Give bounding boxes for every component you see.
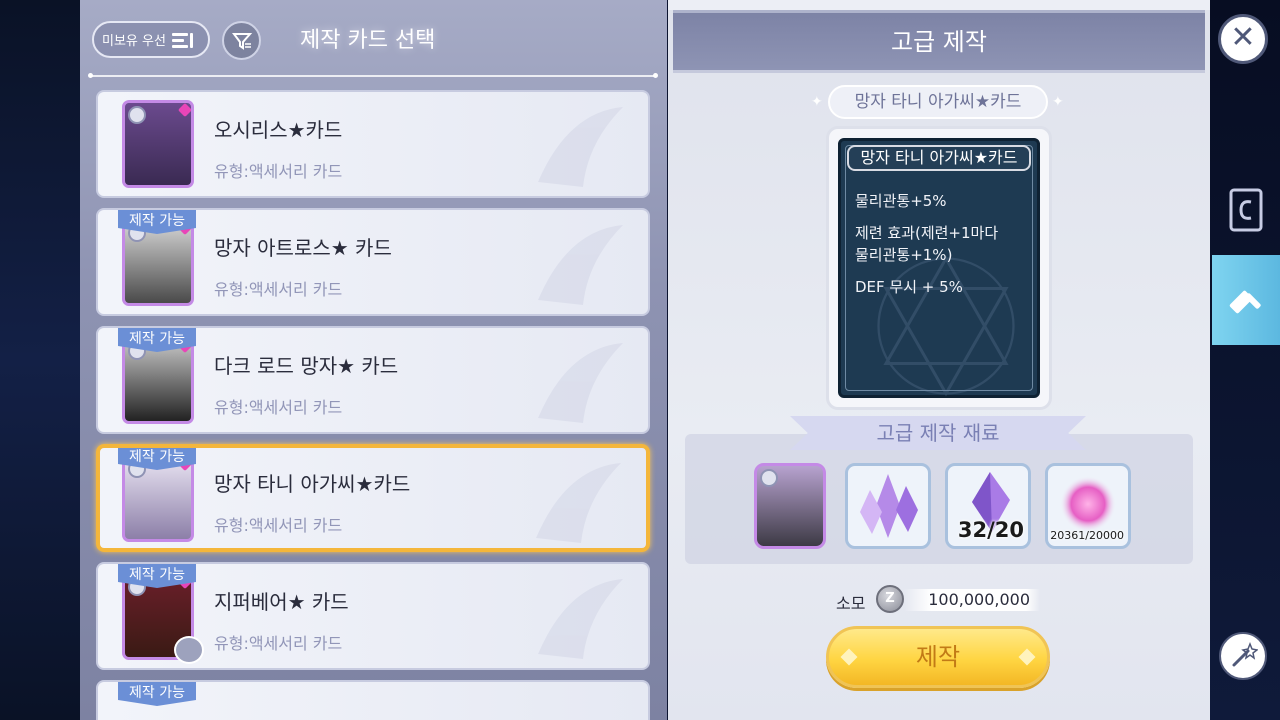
close-icon: ✕	[1230, 20, 1256, 55]
background-left	[0, 0, 80, 720]
card-thumbnail	[122, 100, 194, 188]
auto-craft-button[interactable]	[1219, 632, 1267, 680]
zeny-coin-icon: Z	[876, 585, 904, 613]
wing-watermark-icon	[538, 225, 623, 305]
gem-icon	[177, 103, 191, 118]
craftable-badge: 제작 가능	[118, 682, 196, 706]
card-type: 유형:액세서리 카드	[214, 280, 343, 299]
cost-value: 100,000,000	[904, 589, 1040, 611]
material-card-slot[interactable]	[754, 463, 826, 549]
card-list-item[interactable]: 제작 가능	[96, 680, 650, 720]
card-type: 유형:액세서리 카드	[214, 634, 343, 653]
material-count: 20361/20000	[1050, 529, 1124, 542]
wing-watermark-icon	[538, 107, 623, 187]
material-slot[interactable]: 32/20	[945, 463, 1031, 549]
tab-craft-active[interactable]	[1212, 255, 1280, 345]
card-effect: DEF 무시 + 5%	[855, 278, 963, 296]
card-type: 유형:액세서리 카드	[214, 162, 343, 181]
sort-label: 미보유 우선	[102, 34, 166, 49]
selected-card-title: 망자 타니 아가씨★카드	[828, 85, 1048, 119]
card-effect: 물리관통+5%	[855, 192, 947, 210]
magic-wand-icon	[1232, 641, 1258, 667]
diamond-icon	[1018, 648, 1036, 666]
owned-chip-icon	[174, 636, 204, 664]
medal-icon	[128, 106, 146, 124]
wing-watermark-icon	[538, 343, 623, 423]
card-list-item[interactable]: 제작 가능 다크 로드 망자★ 카드 유형:액세서리 카드	[96, 326, 650, 434]
sort-button[interactable]: 미보유 우선	[92, 21, 210, 58]
card-detail-inner: 망자 타니 아가씨★카드 물리관통+5% 제련 효과(제련+1마다 물리관통+1…	[838, 138, 1040, 398]
card-name: 망자 타니 아가씨★카드	[214, 472, 411, 496]
card-name: 오시리스★카드	[214, 118, 343, 142]
divider	[88, 73, 658, 78]
sparkle-icon: ✦	[811, 94, 823, 110]
card-type: 유형:액세서리 카드	[214, 516, 343, 535]
diamond-icon	[840, 648, 858, 666]
hexagram-icon	[877, 255, 1015, 397]
filter-button[interactable]	[222, 21, 261, 60]
card-list-item-selected[interactable]: 제작 가능 망자 타니 아가씨★카드 유형:액세서리 카드	[96, 444, 650, 552]
background-right	[1210, 0, 1280, 720]
material-slot[interactable]: 20361/20000	[1045, 463, 1131, 549]
card-list-item[interactable]: 제작 가능 망자 아트로스★ 카드 유형:액세서리 카드	[96, 208, 650, 316]
card-list-item[interactable]: 제작 가능 지퍼베어★ 카드 유형:액세서리 카드	[96, 562, 650, 670]
panel-header: 고급 제작	[673, 10, 1205, 73]
wing-watermark-icon	[538, 579, 623, 659]
filter-icon	[231, 32, 252, 50]
card-effect: 물리관통+1%)	[855, 246, 953, 264]
card-tab-icon	[1229, 188, 1263, 232]
crystal-cluster-icon	[860, 474, 918, 538]
card-list-item[interactable]: 오시리스★카드 유형:액세서리 카드	[96, 90, 650, 198]
card-detail-name: 망자 타니 아가씨★카드	[847, 145, 1031, 171]
close-button[interactable]: ✕	[1218, 14, 1268, 64]
card-name: 망자 아트로스★ 카드	[214, 236, 392, 260]
sparkle-icon: ✦	[1052, 94, 1064, 110]
cost-label: 소모	[836, 594, 866, 613]
material-count: 32/20	[957, 518, 1024, 542]
wing-watermark-icon	[536, 463, 621, 543]
card-detail: 망자 타니 아가씨★카드 물리관통+5% 제련 효과(제련+1마다 물리관통+1…	[826, 126, 1052, 410]
craft-button[interactable]: 제작	[826, 626, 1050, 688]
craft-button-label: 제작	[915, 643, 961, 671]
card-effect: 제련 효과(제련+1마다	[855, 224, 999, 242]
tab-card[interactable]	[1212, 165, 1280, 255]
panel-top-strip	[668, 0, 1210, 10]
panel-title: 제작 카드 선택	[300, 28, 436, 53]
hammer-icon	[1229, 290, 1261, 314]
sort-icon	[171, 32, 194, 48]
materials-label: 고급 제작 재료	[790, 416, 1086, 450]
card-type: 유형:액세서리 카드	[214, 398, 343, 417]
card-name: 다크 로드 망자★ 카드	[214, 354, 399, 378]
material-slot[interactable]	[845, 463, 931, 549]
medal-icon	[760, 469, 778, 487]
card-name: 지퍼베어★ 카드	[214, 590, 349, 614]
